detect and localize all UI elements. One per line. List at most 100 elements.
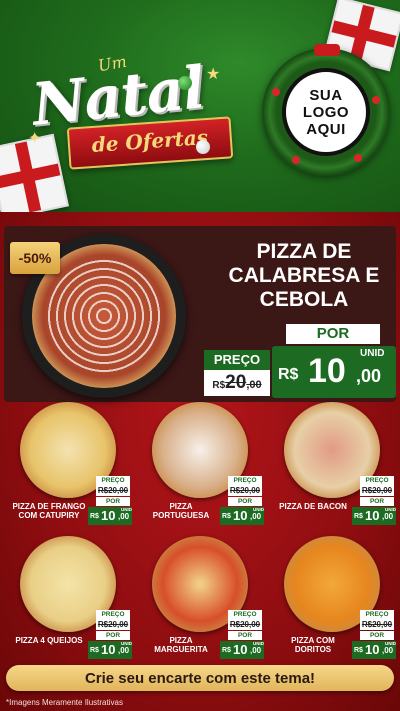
name-line: DORITOS [294, 645, 332, 654]
new-price: R$ 10 UNID ,00 [88, 507, 132, 525]
price-int: 10 [233, 642, 248, 657]
name-line: CEBOLA [259, 288, 349, 311]
name-line: PIZZA COM [291, 636, 335, 645]
old-price: R$20,00 [360, 619, 394, 630]
currency: R$ [90, 513, 99, 520]
cta-button[interactable]: Crie seu encarte com este tema! [6, 665, 394, 691]
currency: R$ [212, 380, 226, 391]
currency: R$ [222, 513, 231, 520]
star-icon: ✦ [28, 130, 42, 147]
old-price: R$20,00 [360, 485, 394, 496]
name-line: PIZZA [169, 636, 193, 645]
featured-offer[interactable]: -50% PIZZA DE CALABRESA E CEBOLA PREÇO R… [4, 226, 396, 402]
currency: R$ [278, 366, 299, 383]
disclaimer: *Imagens Meramente Ilustrativas [6, 698, 123, 707]
currency: R$ [354, 513, 363, 520]
new-price-label: POR [360, 631, 394, 640]
old-price: R$20,00 [228, 485, 262, 496]
product-card[interactable]: PIZZA 4 QUEIJOS PREÇO R$20,00 POR R$ 10 … [4, 532, 132, 660]
new-price: R$ 10 UNID ,00 [220, 507, 264, 525]
product-card[interactable]: PIZZA DE FRANGO COM CATUPIRY PREÇO R$20,0… [4, 398, 132, 526]
name-line: MARGUERITA [154, 645, 208, 654]
name-line: PORTUGUESA [152, 511, 210, 520]
logo-wreath: SUA LOGO AQUI [262, 44, 390, 176]
currency: R$ [90, 647, 99, 654]
logo-line: SUA [309, 86, 343, 104]
old-price: R$20,00 [204, 370, 270, 396]
price-cents: ,00 [356, 366, 382, 386]
header-banner: Um Natal de Ofertas ★ ✦ SUA LOGO AQUI [0, 0, 400, 212]
currency: R$ [354, 647, 363, 654]
logo-line: LOGO [302, 103, 350, 121]
price-cents: ,00 [118, 646, 130, 655]
old-price-label: PREÇO [204, 350, 270, 370]
old-price-label: PREÇO [228, 476, 262, 485]
berry-icon [372, 96, 380, 104]
discount-text: -50% [18, 250, 52, 266]
product-name: PIZZA DE BACON [268, 502, 358, 511]
name-line: CALABRESA E [228, 264, 380, 287]
price-cents: ,00 [118, 512, 130, 521]
old-price: R$20,00 [228, 619, 262, 630]
name-line: COM CATUPIRY [18, 511, 80, 520]
product-card[interactable]: PIZZA MARGUERITA PREÇO R$20,00 POR R$ 10 … [136, 532, 264, 660]
price-int: 20 [225, 372, 247, 393]
currency: R$ [222, 647, 231, 654]
new-price: R$ 10 UNID ,00 [220, 641, 264, 659]
new-price-label: POR [228, 497, 262, 506]
new-price-label: POR [360, 497, 394, 506]
old-price: R$20,00 [96, 619, 130, 630]
old-price: R$20,00 [96, 485, 130, 496]
berry-icon [292, 156, 300, 164]
berry-icon [354, 154, 362, 162]
name-line: PIZZA DE FRANGO [12, 502, 86, 511]
discount-badge: -50% [10, 242, 60, 274]
old-price-label: PREÇO [228, 610, 262, 619]
price-int: 10 [101, 642, 116, 657]
new-price: R$ 10 UNID ,00 [352, 507, 396, 525]
price-cents: ,00 [246, 379, 262, 391]
price-int: 10 [101, 508, 116, 523]
natal-title: Um Natal de Ofertas ★ ✦ [28, 42, 258, 172]
logo-line: AQUI [306, 120, 346, 138]
price-cents: ,00 [250, 646, 262, 655]
price-int: 10 [233, 508, 248, 523]
product-name: PIZZA MARGUERITA [136, 636, 226, 654]
product-name: PIZZA 4 QUEIJOS [4, 636, 94, 645]
new-price-label: POR [286, 324, 380, 344]
old-price-label: PREÇO [360, 476, 394, 485]
ornament-icon [178, 76, 192, 90]
price-int: 10 [308, 352, 346, 390]
offers-section: -50% PIZZA DE CALABRESA E CEBOLA PREÇO R… [0, 212, 400, 711]
price-cents: ,00 [382, 512, 394, 521]
star-icon: ★ [206, 66, 221, 83]
name-line: PIZZA 4 QUEIJOS [15, 636, 83, 645]
name-line: PIZZA [169, 502, 193, 511]
price-int: 10 [365, 642, 380, 657]
berry-icon [272, 88, 280, 96]
name-line: PIZZA DE BACON [279, 502, 347, 511]
product-name: PIZZA PORTUGUESA [136, 502, 226, 520]
bow-icon [314, 44, 340, 56]
unit-label: UNID [360, 348, 385, 359]
product-card[interactable]: PIZZA DE BACON PREÇO R$20,00 POR R$ 10 U… [268, 398, 396, 526]
featured-product-name: PIZZA DE CALABRESA E CEBOLA [214, 240, 394, 312]
old-price-label: PREÇO [96, 476, 130, 485]
new-price-label: POR [96, 497, 130, 506]
product-card[interactable]: PIZZA PORTUGUESA PREÇO R$20,00 POR R$ 10 … [136, 398, 264, 526]
price-cents: ,00 [250, 512, 262, 521]
name-line: PIZZA DE [256, 240, 352, 263]
product-card[interactable]: PIZZA COM DORITOS PREÇO R$20,00 POR R$ 10… [268, 532, 396, 660]
logo-placeholder[interactable]: SUA LOGO AQUI [282, 68, 370, 156]
new-price-label: POR [228, 631, 262, 640]
product-name: PIZZA DE FRANGO COM CATUPIRY [4, 502, 94, 520]
price-cents: ,00 [382, 646, 394, 655]
ornament-icon [196, 140, 210, 154]
old-price-label: PREÇO [96, 610, 130, 619]
old-price-label: PREÇO [360, 610, 394, 619]
new-price: R$ 10 UNID ,00 [352, 641, 396, 659]
new-price-label: POR [96, 631, 130, 640]
product-name: PIZZA COM DORITOS [268, 636, 358, 654]
new-price: R$ 10 UNID ,00 [88, 641, 132, 659]
new-price: R$ 10 UNID ,00 [272, 346, 396, 398]
